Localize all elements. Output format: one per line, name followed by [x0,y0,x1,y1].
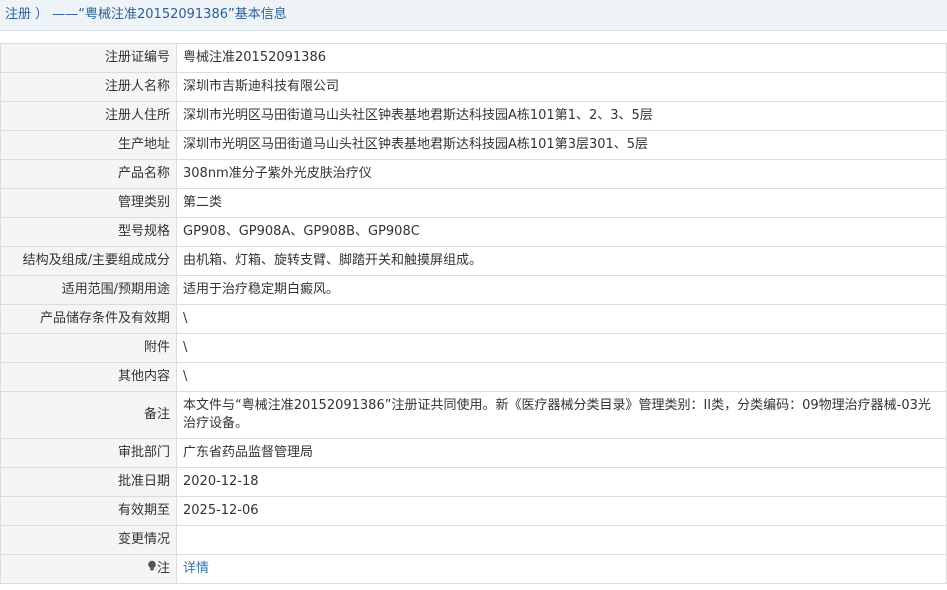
spacer [0,31,947,43]
info-table: 注册证编号 粤械注准20152091386 注册人名称 深圳市吉斯迪科技有限公司… [0,43,947,584]
table-row: 型号规格 GP908、GP908A、GP908B、GP908C [0,217,947,247]
row-value: 适用于治疗稳定期白癜风。 [176,275,947,305]
row-label: 附件 [0,333,177,363]
row-label: 备注 [0,391,177,439]
row-label: 适用范围/预期用途 [0,275,177,305]
table-row: 其他内容 \ [0,362,947,392]
table-row: 管理类别 第二类 [0,188,947,218]
row-value: 308nm准分子紫外光皮肤治疗仪 [176,159,947,189]
row-label: 批准日期 [0,467,177,497]
row-label: 注册人名称 [0,72,177,102]
note-label: 注 [156,561,170,576]
table-row: 适用范围/预期用途 适用于治疗稳定期白癜风。 [0,275,947,305]
table-row: 批准日期 2020-12-18 [0,467,947,497]
row-label: 有效期至 [0,496,177,526]
row-value: 粤械注准20152091386 [176,43,947,73]
row-value: 本文件与“粤械注准20152091386”注册证共同使用。新《医疗器械分类目录》… [176,391,947,439]
row-label: 注册证编号 [0,43,177,73]
row-label: 管理类别 [0,188,177,218]
row-value: 深圳市光明区马田街道马山头社区钟表基地君斯达科技园A栋101第1、2、3、5层 [176,101,947,131]
row-label: 变更情况 [0,525,177,555]
row-label: 其他内容 [0,362,177,392]
row-value: 第二类 [176,188,947,218]
table-row: 有效期至 2025-12-06 [0,496,947,526]
header-dash: —— [52,7,79,22]
table-row: 变更情况 [0,525,947,555]
row-value: GP908、GP908A、GP908B、GP908C [176,217,947,247]
row-value: 由机箱、灯箱、旋转支臂、脚踏开关和触摸屏组成。 [176,246,947,276]
details-link[interactable]: 详情 [183,561,209,576]
table-row: 附件 \ [0,333,947,363]
table-row: 产品名称 308nm准分子紫外光皮肤治疗仪 [0,159,947,189]
table-row: 注册人住所 深圳市光明区马田街道马山头社区钟表基地君斯达科技园A栋101第1、2… [0,101,947,131]
row-label: 产品名称 [0,159,177,189]
page-header: 注册 ） ——“粤械注准20152091386”基本信息 [0,0,947,31]
table-row: 结构及组成/主要组成成分 由机箱、灯箱、旋转支臂、脚踏开关和触摸屏组成。 [0,246,947,276]
table-row: 产品储存条件及有效期 \ [0,304,947,334]
note-row: 注 详情 [0,554,947,584]
row-value: 广东省药品监督管理局 [176,438,947,468]
row-value: \ [176,333,947,363]
row-value: 深圳市光明区马田街道马山头社区钟表基地君斯达科技园A栋101第3层301、5层 [176,130,947,160]
header-prefix[interactable]: 注册 ） [5,7,48,22]
row-label: 型号规格 [0,217,177,247]
header-title: “粤械注准20152091386”基本信息 [78,7,287,22]
table-row: 备注 本文件与“粤械注准20152091386”注册证共同使用。新《医疗器械分类… [0,391,947,439]
lightbulb-icon-svg [148,560,156,571]
table-row: 生产地址 深圳市光明区马田街道马山头社区钟表基地君斯达科技园A栋101第3层30… [0,130,947,160]
row-label: 生产地址 [0,130,177,160]
row-value [176,525,947,555]
row-value: 2025-12-06 [176,496,947,526]
row-value: \ [176,362,947,392]
lightbulb-icon [145,560,157,578]
row-label: 审批部门 [0,438,177,468]
row-label: 产品储存条件及有效期 [0,304,177,334]
table-row: 注册人名称 深圳市吉斯迪科技有限公司 [0,72,947,102]
table-row: 审批部门 广东省药品监督管理局 [0,438,947,468]
table-row: 注册证编号 粤械注准20152091386 [0,43,947,73]
note-label-cell: 注 [0,554,177,584]
row-label: 结构及组成/主要组成成分 [0,246,177,276]
row-label: 注册人住所 [0,101,177,131]
note-value: 详情 [176,554,947,584]
row-value: 2020-12-18 [176,467,947,497]
row-value: 深圳市吉斯迪科技有限公司 [176,72,947,102]
row-value: \ [176,304,947,334]
